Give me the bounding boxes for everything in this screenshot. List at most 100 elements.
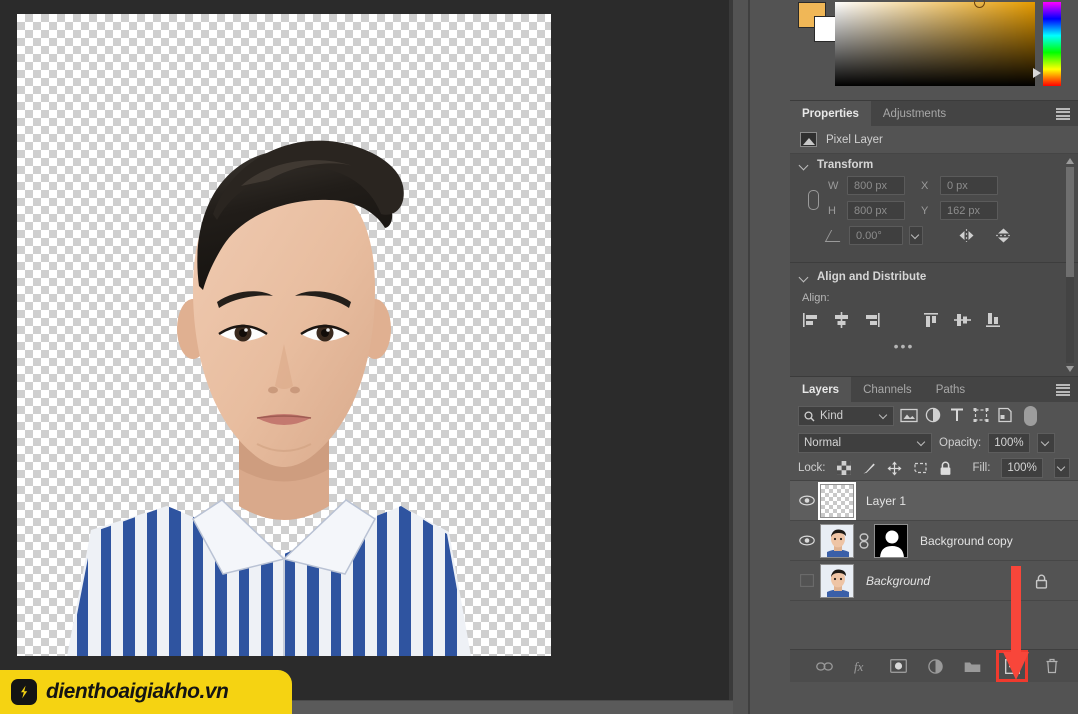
tab-adjustments[interactable]: Adjustments (870, 101, 959, 126)
panel-menu-icon[interactable] (1056, 384, 1070, 396)
lock-all-icon[interactable] (939, 461, 952, 476)
chevron-down-icon[interactable] (800, 273, 809, 282)
align-buttons (790, 312, 1078, 328)
angle-input[interactable]: 0.00° (849, 226, 903, 245)
flip-horizontal-icon[interactable] (957, 228, 976, 243)
x-input[interactable]: 0 px (940, 176, 998, 195)
layer-visibility-toggle[interactable] (794, 535, 820, 546)
align-more-button[interactable]: ••• (790, 338, 1078, 354)
canvas-image[interactable] (17, 14, 551, 656)
layers-lock-row: Lock: Fill: 100% (790, 456, 1078, 480)
filter-pixel-icon[interactable] (900, 407, 918, 425)
y-label: Y (921, 204, 929, 217)
blend-mode-select[interactable]: Normal (798, 433, 932, 453)
right-dock: Properties Adjustments Pixel Layer Trans… (790, 0, 1078, 714)
layer-mask-thumbnail[interactable] (874, 523, 908, 558)
color-gradient-field[interactable] (835, 0, 1035, 86)
tab-layers[interactable]: Layers (790, 377, 852, 402)
fill-dropdown[interactable] (1053, 458, 1070, 478)
opacity-dropdown[interactable] (1037, 433, 1056, 453)
flip-vertical-icon[interactable] (994, 227, 1013, 244)
layer-thumbnail-group[interactable] (818, 481, 856, 520)
table-row[interactable]: Background (790, 561, 1078, 601)
layer-name[interactable]: Background copy (920, 534, 1013, 548)
delete-layer-button[interactable] (1042, 656, 1062, 676)
lock-image-pixels-icon[interactable] (862, 461, 876, 475)
scrollbar-thumb[interactable] (1066, 167, 1074, 277)
layer-name[interactable]: Layer 1 (866, 494, 906, 508)
panel-menu-icon[interactable] (1056, 108, 1070, 120)
layer-thumbnail-group[interactable] (820, 523, 908, 558)
align-horizontal-centers-icon[interactable] (833, 312, 850, 328)
filter-enable-toggle[interactable] (1024, 406, 1037, 426)
lock-position-icon[interactable] (887, 461, 902, 476)
layer-list: Layer 1 Background copy Background (790, 480, 1078, 601)
table-row[interactable]: Background copy (790, 521, 1078, 561)
tab-properties[interactable]: Properties (790, 101, 871, 126)
fill-input[interactable]: 100% (1001, 458, 1043, 478)
lock-artboard-nesting-icon[interactable] (913, 461, 928, 475)
watermark-text: dienthoaigiakho.vn (46, 680, 229, 703)
portrait-thumbnail[interactable] (820, 563, 854, 598)
transform-section-header[interactable]: Transform (790, 154, 1078, 176)
layer-style-button[interactable]: fx (851, 656, 871, 676)
y-input[interactable]: 162 px (940, 201, 998, 220)
svg-text:fx: fx (854, 659, 864, 674)
color-picker-panel[interactable] (790, 0, 1078, 100)
align-bottom-edges-icon[interactable] (985, 312, 1002, 328)
portrait-thumbnail[interactable] (820, 523, 854, 558)
filter-adjustment-icon[interactable] (924, 407, 942, 425)
opacity-label: Opacity: (939, 437, 982, 449)
align-label: Align: (802, 292, 830, 304)
w-label: W (828, 179, 839, 192)
align-section-header[interactable]: Align and Distribute (790, 266, 1078, 288)
tab-paths[interactable]: Paths (923, 377, 978, 402)
align-right-edges-icon[interactable] (864, 312, 881, 328)
filter-shape-icon[interactable] (972, 407, 990, 425)
fill-label: Fill: (972, 462, 991, 474)
hue-slider[interactable] (1043, 2, 1061, 86)
scroll-up-icon[interactable] (1066, 158, 1074, 164)
blend-mode-value: Normal (804, 437, 842, 449)
layer-locked-icon (1035, 574, 1048, 589)
layers-bottom-toolbar: fx (790, 649, 1078, 682)
width-input[interactable]: 800 px (847, 176, 905, 195)
transparent-checker-thumbnail[interactable] (818, 481, 856, 520)
tab-channels[interactable]: Channels (851, 377, 924, 402)
layers-panel: Layers Channels Paths Kind Normal Opacit… (790, 376, 1078, 682)
document-canvas-area[interactable] (0, 0, 733, 700)
new-adjustment-layer-button[interactable] (925, 656, 945, 676)
layer-visibility-toggle[interactable] (794, 495, 820, 506)
tab-layers-label: Layers (802, 383, 840, 396)
align-left-edges-icon[interactable] (802, 312, 819, 328)
new-group-button[interactable] (962, 656, 982, 676)
align-top-edges-icon[interactable] (923, 312, 940, 328)
panel-gap (733, 0, 790, 714)
filter-type-icon[interactable] (948, 407, 966, 425)
link-constrain-icon[interactable] (808, 190, 819, 210)
table-row[interactable]: Layer 1 (790, 481, 1078, 521)
tab-properties-label: Properties (802, 107, 859, 120)
add-layer-mask-button[interactable] (888, 656, 908, 676)
properties-scrollbar[interactable] (1064, 158, 1076, 372)
properties-tabbar: Properties Adjustments (790, 100, 1078, 126)
properties-panel: Properties Adjustments Pixel Layer Trans… (790, 100, 1078, 376)
tab-adjustments-label: Adjustments (882, 107, 947, 120)
chevron-down-icon[interactable] (800, 161, 809, 170)
layer-name[interactable]: Background (866, 574, 930, 588)
hue-slider-marker[interactable] (1033, 68, 1041, 78)
chevron-down-icon (880, 412, 888, 420)
layer-visibility-toggle[interactable] (794, 574, 820, 587)
angle-dropdown[interactable] (909, 226, 923, 245)
filter-smart-object-icon[interactable] (996, 407, 1014, 425)
link-layers-button[interactable] (814, 656, 834, 676)
layer-thumbnail-group[interactable] (820, 563, 854, 598)
filter-kind-select[interactable]: Kind (798, 406, 894, 426)
height-input[interactable]: 800 px (847, 201, 905, 220)
portrait-photo (67, 140, 471, 656)
lock-transparent-pixels-icon[interactable] (836, 461, 851, 475)
align-vertical-centers-icon[interactable] (954, 312, 971, 328)
opacity-input[interactable]: 100% (988, 433, 1031, 453)
scroll-down-icon[interactable] (1066, 366, 1074, 372)
link-icon[interactable] (858, 532, 870, 549)
